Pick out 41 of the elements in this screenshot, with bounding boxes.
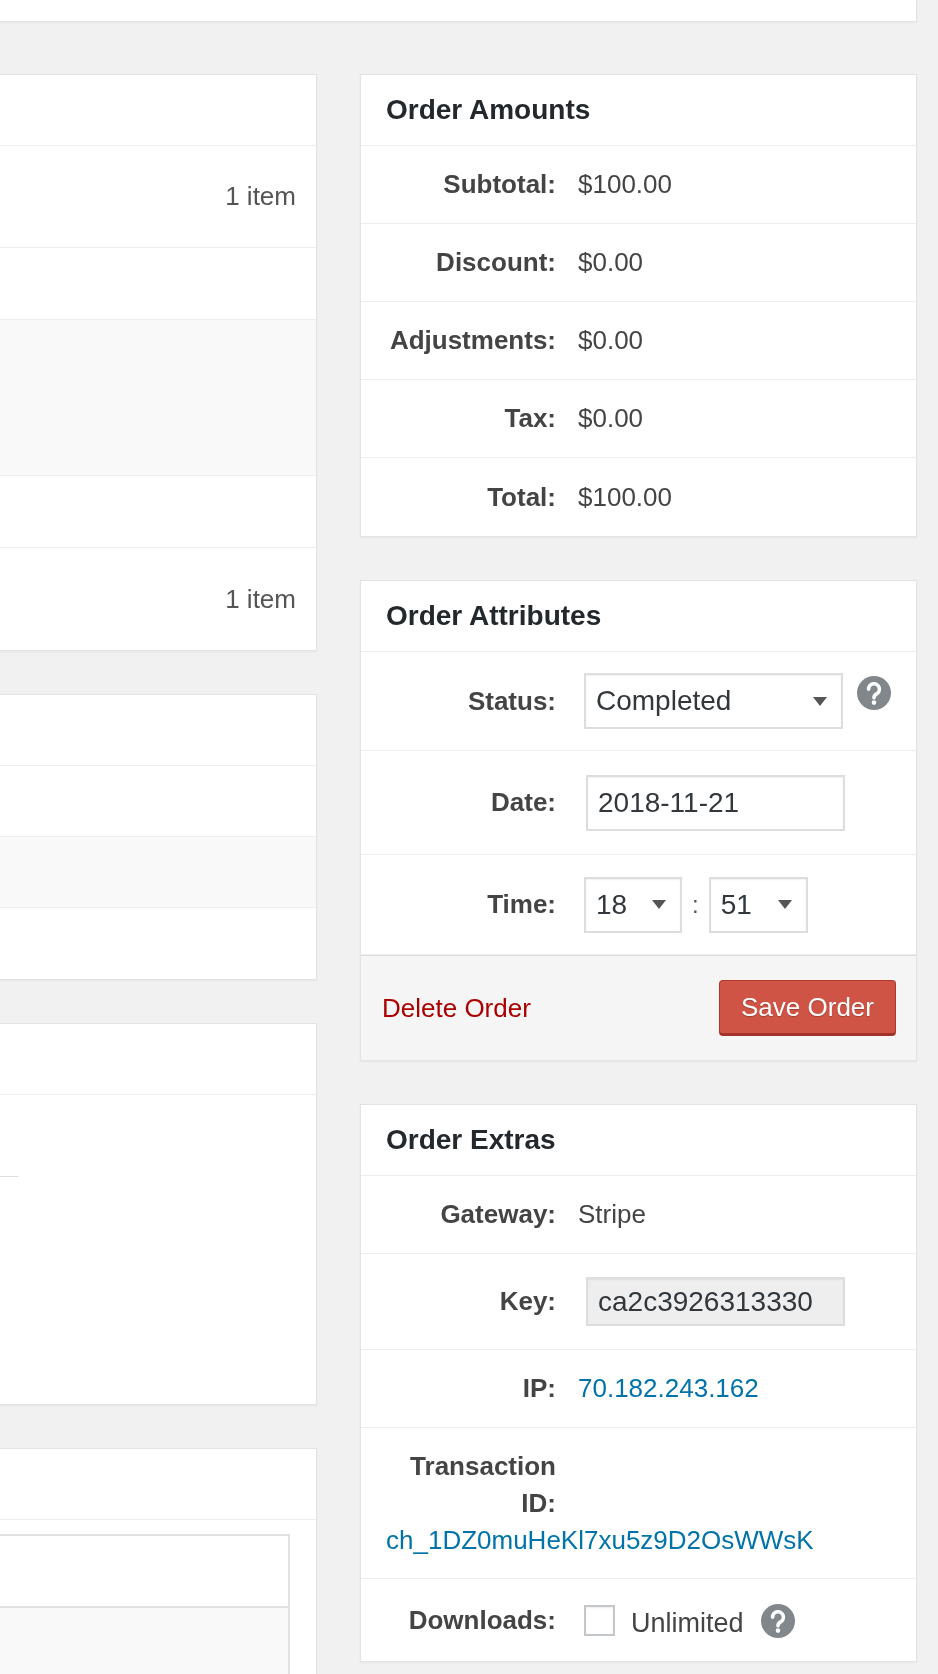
field-label: Date:	[490, 786, 556, 819]
time-separator: :	[692, 890, 699, 919]
field-label: Discount:	[435, 246, 556, 279]
panel-title: Order Extras	[386, 1124, 556, 1156]
field-value: Stripe	[578, 1198, 646, 1231]
field-label: Total:	[486, 480, 556, 514]
caret-icon	[777, 900, 792, 909]
field-label: Time:	[486, 888, 556, 921]
item-count: 1 item	[225, 583, 296, 615]
delete-link[interactable]: Delete Order	[382, 992, 531, 1024]
field-label: Status:	[466, 684, 556, 718]
item-count: 1 item	[225, 181, 296, 212]
status-select[interactable]: Completed	[584, 673, 843, 729]
save-button[interactable]: Save Order	[719, 980, 896, 1036]
hour-select[interactable]: 18	[584, 876, 682, 933]
caret-icon	[652, 900, 666, 909]
field-label: Adjustments:	[388, 324, 556, 357]
help-icon[interactable]	[857, 676, 891, 710]
field-value: $100.00	[578, 480, 673, 514]
field-label: Tax:	[503, 402, 556, 435]
field-label: Gateway:	[439, 1198, 556, 1231]
caret-icon	[813, 696, 827, 706]
field-label: Transaction ID:	[409, 1450, 556, 1520]
help-icon[interactable]	[760, 1604, 795, 1638]
field-value: $0.00	[578, 324, 645, 357]
minute-select[interactable]: 51	[708, 876, 808, 933]
date-field[interactable]: 2018-11-21	[586, 774, 845, 831]
field-value: $100.00	[578, 168, 673, 201]
key-field[interactable]: ca2c3926313330	[586, 1277, 845, 1326]
field-label: Downloads:	[407, 1603, 556, 1637]
panel-title: Order Attributes	[386, 600, 602, 632]
field-value: $0.00	[578, 246, 645, 279]
transaction-link[interactable]: ch_1DZ0muHeKl7xu5z9D2OsWWsK	[386, 1522, 814, 1559]
checkbox-label: Unlimited	[631, 1607, 744, 1639]
unlimited-checkbox[interactable]	[584, 1604, 615, 1636]
field-label: IP:	[521, 1372, 556, 1405]
panel-title: Order Amounts	[386, 94, 591, 126]
field-value: $0.00	[578, 402, 645, 435]
field-label: Key:	[498, 1285, 556, 1318]
ip-link[interactable]: 70.182.243.162	[578, 1370, 759, 1407]
field-label: Subtotal:	[442, 168, 556, 201]
